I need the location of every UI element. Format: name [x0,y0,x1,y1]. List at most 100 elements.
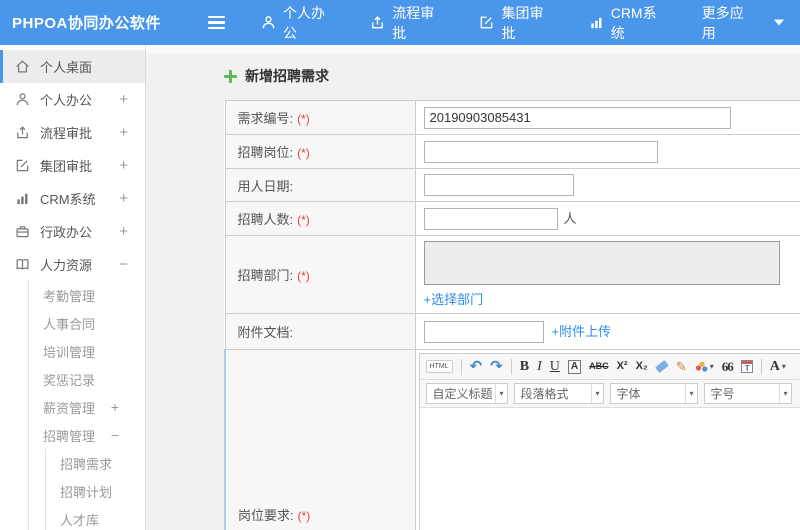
underline-button[interactable]: U [550,359,560,374]
paste-table-icon[interactable] [740,360,753,373]
nav-item-personal-office[interactable]: 个人办公 [245,0,354,45]
expand-icon[interactable]: + [111,399,119,415]
sidebar-item-admin-office[interactable]: 行政办公 + [0,215,145,248]
sidebar-item-reward-punishment[interactable]: 奖惩记录 [29,365,145,393]
sidebar-item-attendance[interactable]: 考勤管理 [29,281,145,309]
sidebar-item-recruit-plan[interactable]: 招聘计划 [46,477,145,505]
nav-item-label: 个人办公 [283,4,325,41]
headcount-input[interactable] [423,207,558,230]
format-brush-icon[interactable]: ✎ [676,360,687,373]
add-icon [224,69,237,83]
redo-icon[interactable]: ↷ [490,359,503,374]
bold-button[interactable]: B [520,359,529,374]
expand-icon[interactable]: + [119,157,128,174]
sidebar-item-training[interactable]: 培训管理 [29,337,145,365]
menu-toggle-icon[interactable] [208,15,225,30]
hire-date-input[interactable] [423,174,574,196]
highlight-color-icon[interactable]: ▾ [695,361,714,373]
sidebar-item-salary[interactable]: 薪资管理 + [29,393,145,421]
sidebar-item-workflow-approval[interactable]: 流程审批 + [0,116,145,149]
content-top-strip [146,45,800,54]
strikethrough-button[interactable]: ABC [589,362,609,371]
field-label-position: 招聘岗位: (*) [224,134,416,169]
attachment-upload-link[interactable]: +附件上传 [552,324,612,339]
sidebar-item-talent-pool[interactable]: 人才库 [46,505,145,530]
sidebar-item-recruit-mgmt[interactable]: 招聘管理 − [29,421,145,449]
sidebar-item-label: 集团审批 [40,159,93,174]
sidebar-item-hr-contract[interactable]: 人事合同 [29,309,145,337]
italic-button[interactable]: I [537,359,542,374]
nav-item-group-approval[interactable]: 集团审批 [463,0,572,45]
person-icon [261,15,276,30]
top-nav-menu: 个人办公 流程审批 集团审批 CRM系统 更多应用 [245,0,800,45]
edit-icon [15,158,32,173]
chevron-down-icon: ▾ [591,384,602,403]
table-row: 岗位要求: (*) HTML ↶ ↷ B I U A ABC X² X₂ ✎ ▾… [224,349,800,530]
select-department-link[interactable]: +选择部门 [424,289,484,308]
nav-item-crm[interactable]: CRM系统 [573,0,686,45]
custom-title-select[interactable]: 自定义标题 ▾ [425,383,508,404]
chevron-down-icon: ▾ [495,384,506,403]
sidebar-subitem-label: 人才库 [60,512,100,528]
person-icon [15,92,32,107]
sidebar-subitem-label: 招聘需求 [60,456,113,472]
expand-icon[interactable]: + [119,223,128,240]
sidebar-item-hr[interactable]: 人力资源 − [0,248,145,281]
department-textarea[interactable] [423,241,780,285]
bar-chart-icon [589,15,604,30]
expand-icon[interactable]: + [119,124,128,141]
field-label-headcount: 招聘人数: (*) [224,201,416,236]
field-label-department: 招聘部门: (*) [224,235,416,314]
attachment-input[interactable] [423,320,544,343]
blockquote-button[interactable]: 66 [722,360,734,373]
book-icon [15,257,32,272]
top-navbar: PHPOA协同办公软件 个人办公 流程审批 集团审批 CRM系统 更多应用 [0,0,800,45]
nav-item-more-apps[interactable]: 更多应用 [686,0,800,45]
demand-no-input[interactable] [423,106,731,129]
sidebar-subitem-label: 招聘管理 [43,428,96,444]
html-source-button[interactable]: HTML [425,360,453,373]
app-logo: PHPOA协同办公软件 [12,15,161,32]
expand-icon[interactable]: + [119,91,128,108]
sidebar-item-recruit-demand[interactable]: 招聘需求 [46,449,145,477]
sidebar-item-crm[interactable]: CRM系统 + [0,182,145,215]
bar-chart-icon [15,191,32,206]
sidebar-item-label: 个人桌面 [40,60,93,75]
collapse-icon[interactable]: − [119,256,128,273]
sidebar-item-label: 人力资源 [40,258,93,273]
table-row: 招聘部门: (*) +选择部门 [224,235,800,314]
briefcase-icon [15,224,32,239]
font-size-select[interactable]: 字号 ▾ [703,383,792,404]
headcount-unit: 人 [563,211,577,226]
undo-icon[interactable]: ↶ [470,359,483,374]
paragraph-format-select[interactable]: 段落格式 ▾ [513,383,604,404]
subscript-button[interactable]: X₂ [636,361,648,372]
font-family-select[interactable]: 字体 ▾ [609,383,698,404]
sidebar-item-personal-desktop[interactable]: 个人桌面 [0,50,145,83]
position-input[interactable] [423,140,658,163]
editor-toolbar-row1: HTML ↶ ↷ B I U A ABC X² X₂ ✎ ▾ 66 T A ▾ [419,354,800,380]
expand-icon[interactable]: + [119,190,128,207]
field-label-hire-date: 用人日期: [224,168,416,202]
sidebar-subitem-label: 招聘计划 [60,484,113,500]
eraser-icon[interactable] [654,360,669,373]
font-style-button[interactable]: A ▾ [770,359,786,374]
sidebar-subitem-label: 薪资管理 [43,400,96,416]
superscript-button[interactable]: X² [617,361,628,372]
nav-item-label: 集团审批 [501,4,544,41]
font-color-button[interactable]: A [567,359,582,374]
collapse-icon[interactable]: − [111,427,119,443]
page-title-text: 新增招聘需求 [245,68,329,84]
sidebar-item-personal-office[interactable]: 个人办公 + [0,83,145,116]
nav-item-workflow-approval[interactable]: 流程审批 [354,0,463,45]
nav-item-label: 更多应用 [701,4,744,41]
workflow-icon [15,125,32,140]
nav-item-label: 流程审批 [392,4,435,41]
sidebar-item-group-approval[interactable]: 集团审批 + [0,149,145,182]
job-requirements-editor-area[interactable] [419,408,800,530]
table-row: 招聘岗位: (*) [224,134,800,169]
editor-toolbar-row2: 自定义标题 ▾ 段落格式 ▾ 字体 ▾ 字号 ▾ [419,380,800,408]
home-icon [15,59,32,74]
sidebar: 个人桌面 个人办公 + 流程审批 + 集团审批 + CRM系统 + 行政办公 +… [0,45,146,530]
sidebar-subitem-label: 人事合同 [43,316,96,332]
